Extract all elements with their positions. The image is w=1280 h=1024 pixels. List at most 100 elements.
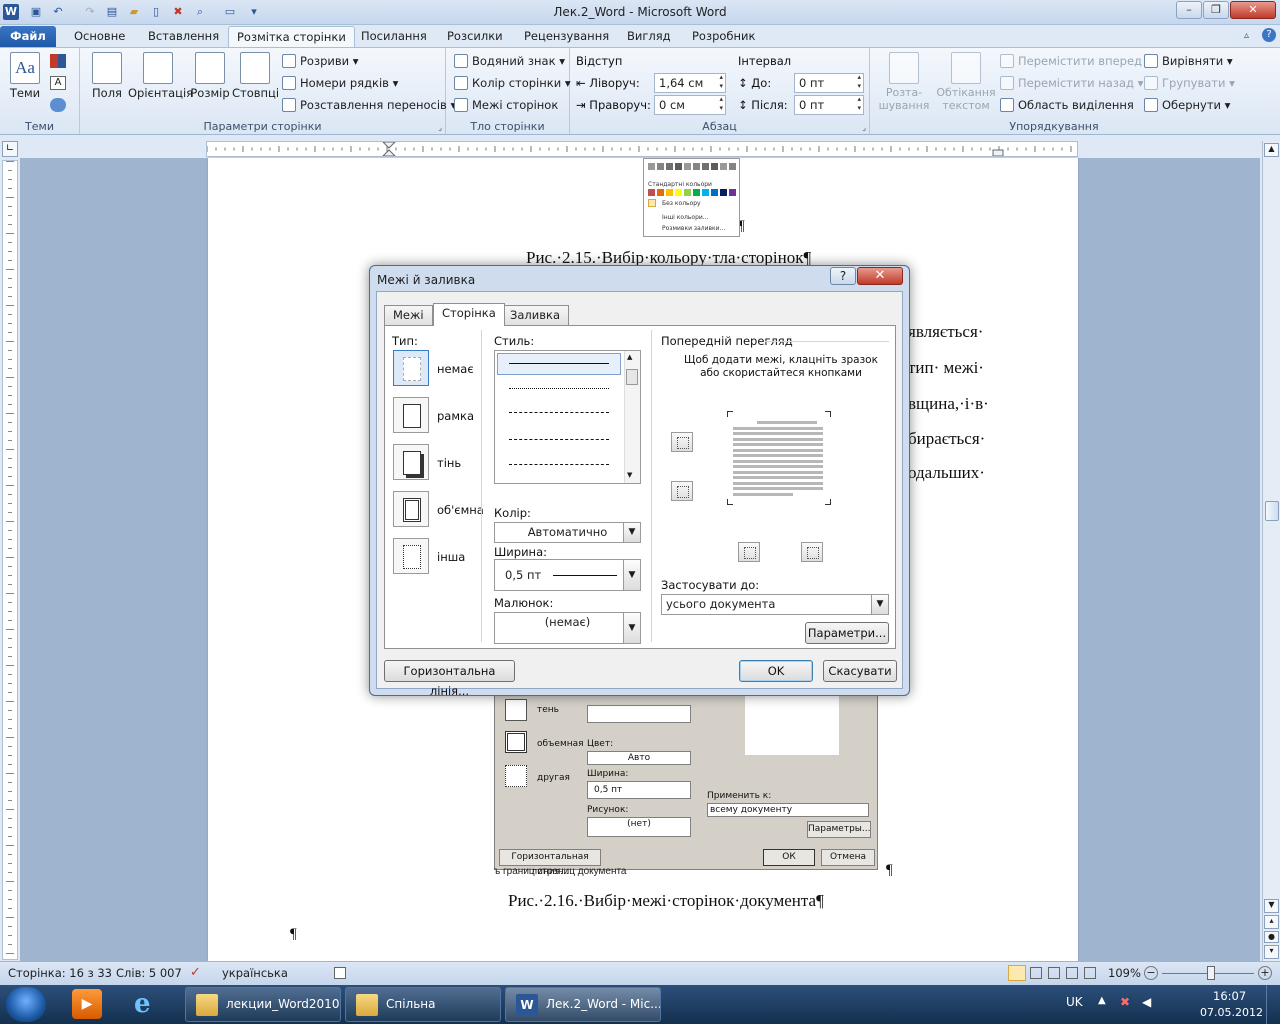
columns-button[interactable]: Стовпці — [232, 52, 279, 100]
restore-button[interactable]: ❐ — [1203, 1, 1229, 19]
web-layout-view-icon[interactable] — [1048, 967, 1060, 979]
clock-date[interactable]: 07.05.2012 — [1200, 1006, 1263, 1019]
input-language[interactable]: UK — [1066, 995, 1083, 1009]
vertical-ruler[interactable] — [2, 160, 18, 960]
margins-button[interactable]: Поля — [88, 52, 126, 100]
word-count[interactable]: Слів: 5 007 — [116, 962, 182, 984]
bring-forward-button[interactable]: Перемістити вперед ▾ — [1000, 51, 1151, 71]
prev-page-icon[interactable]: ▴ — [1264, 915, 1279, 929]
style-option-solid[interactable] — [509, 363, 609, 364]
zoom-level[interactable]: 109% — [1108, 962, 1141, 984]
preview-page[interactable] — [727, 411, 831, 505]
macro-icon[interactable] — [334, 967, 346, 979]
next-page-icon[interactable]: ▾ — [1264, 945, 1279, 959]
minimize-button[interactable]: – — [1176, 1, 1202, 19]
right-border-button[interactable] — [801, 542, 823, 562]
horizontal-line-button[interactable]: Горизонтальна лінія... — [384, 660, 515, 698]
indent-right-input[interactable]: 0 см — [654, 95, 726, 115]
horizontal-ruler[interactable] — [206, 141, 1078, 157]
group-button[interactable]: Групувати ▾ — [1144, 73, 1235, 93]
style-scroll-thumb[interactable] — [626, 369, 638, 385]
clock-time[interactable]: 16:07 — [1213, 989, 1246, 1003]
style-option-dotted[interactable] — [509, 388, 609, 389]
tab-view[interactable]: Вигляд — [619, 26, 679, 47]
ribbon-collapse-icon[interactable]: ▵ — [1244, 30, 1249, 41]
tab-file[interactable]: Файл — [0, 26, 56, 47]
dialog-help-button[interactable]: ? — [830, 267, 856, 285]
taskbar-item-lektsii[interactable]: лекции_Word2010 — [185, 987, 341, 1022]
selection-pane-button[interactable]: Область виділення — [1000, 95, 1134, 115]
type-custom-button[interactable] — [393, 538, 429, 574]
tab-mailings[interactable]: Розсилки — [439, 26, 511, 47]
browse-object-icon[interactable]: ● — [1264, 931, 1279, 943]
options-button[interactable]: Параметри... — [805, 622, 889, 644]
taskbar-item-word[interactable]: W Лек.2_Word - Mic... — [505, 987, 661, 1022]
tab-selector[interactable]: ∟ — [2, 141, 18, 157]
media-player-icon[interactable]: ▶ — [72, 989, 102, 1019]
style-scroll-down-icon[interactable]: ▼ — [627, 471, 632, 479]
tab-home[interactable]: Основне — [66, 26, 133, 47]
type-shadow-button[interactable] — [393, 444, 429, 480]
tab-borders[interactable]: Межі — [384, 305, 433, 325]
vertical-scrollbar[interactable]: ▲ ▼ ▴ ● ▾ — [1262, 141, 1280, 961]
art-select[interactable]: (немає) ▼ — [494, 612, 641, 644]
scroll-thumb[interactable] — [1265, 501, 1279, 521]
scroll-up-icon[interactable]: ▲ — [1264, 143, 1279, 157]
full-screen-view-icon[interactable] — [1030, 967, 1042, 979]
theme-colors-icon[interactable] — [50, 54, 66, 68]
orientation-button[interactable]: Орієнтація — [128, 52, 193, 100]
style-option-long-dash[interactable] — [509, 439, 609, 440]
chevron-down-icon[interactable]: ▼ — [623, 523, 640, 542]
page-borders-button[interactable]: Межі сторінок — [454, 95, 558, 115]
close-window-button[interactable]: ✕ — [1230, 1, 1276, 19]
position-button[interactable]: Розта- шування — [874, 52, 934, 112]
width-select[interactable]: 0,5 пт ▼ — [494, 559, 641, 591]
type-box-button[interactable] — [393, 397, 429, 433]
chevron-down-icon[interactable]: ▼ — [623, 613, 640, 643]
themes-button[interactable]: Aa Теми — [8, 52, 42, 100]
start-button[interactable] — [6, 987, 46, 1022]
zoom-slider-thumb[interactable] — [1207, 966, 1215, 980]
size-button[interactable]: Розмір — [190, 52, 230, 100]
chevron-down-icon[interactable]: ▼ — [871, 595, 888, 614]
style-option-dashed[interactable] — [509, 412, 609, 413]
style-option-selected[interactable] — [497, 353, 621, 375]
spacing-before-input[interactable]: 0 пт — [794, 73, 864, 93]
dialog-close-button[interactable]: ✕ — [857, 267, 903, 285]
spacing-after-input[interactable]: 0 пт — [794, 95, 864, 115]
send-backward-button[interactable]: Перемістити назад ▾ — [1000, 73, 1143, 93]
breaks-button[interactable]: Розриви ▾ — [282, 51, 359, 71]
theme-effects-icon[interactable] — [50, 98, 66, 112]
rotate-button[interactable]: Обернути ▾ — [1144, 95, 1230, 115]
type-none-button[interactable] — [393, 350, 429, 386]
outline-view-icon[interactable] — [1066, 967, 1078, 979]
volume-icon[interactable]: ◀ — [1142, 995, 1151, 1009]
scroll-down-icon[interactable]: ▼ — [1264, 899, 1279, 913]
chevron-down-icon[interactable]: ▼ — [623, 560, 640, 590]
style-list-scrollbar[interactable]: ▲ ▼ — [624, 351, 640, 483]
bottom-border-button[interactable] — [671, 481, 693, 501]
show-desktop-button[interactable] — [1266, 985, 1280, 1024]
tab-page-layout[interactable]: Розмітка сторінки — [228, 26, 355, 47]
tray-expand-icon[interactable]: ▲ — [1098, 995, 1106, 1006]
type-3d-button[interactable] — [393, 491, 429, 527]
indent-left-input[interactable]: 1,64 см — [654, 73, 726, 93]
style-list[interactable]: ▲ ▼ — [494, 350, 641, 484]
network-icon[interactable]: ✖ — [1120, 995, 1130, 1009]
tab-developer[interactable]: Розробник — [684, 26, 763, 47]
style-option-dash-dot[interactable] — [509, 464, 609, 465]
cancel-button[interactable]: Скасувати — [823, 660, 897, 682]
tab-insert[interactable]: Вставлення — [140, 26, 227, 47]
watermark-button[interactable]: Водяний знак ▾ — [454, 51, 565, 71]
page-count[interactable]: Сторінка: 16 з 33 — [8, 962, 112, 984]
tab-shading[interactable]: Заливка — [501, 305, 570, 325]
tab-references[interactable]: Посилання — [353, 26, 435, 47]
proofing-icon[interactable]: ✓ — [190, 962, 201, 984]
apply-to-select[interactable]: усього документа ▼ — [661, 594, 889, 615]
theme-fonts-icon[interactable]: A — [50, 76, 66, 90]
hyphenation-button[interactable]: Розставлення переносів ▾ — [282, 95, 456, 115]
style-scroll-up-icon[interactable]: ▲ — [627, 353, 632, 361]
taskbar-item-spilna[interactable]: Спільна — [345, 987, 501, 1022]
tab-page-border[interactable]: Сторінка — [433, 303, 505, 326]
print-layout-view-icon[interactable] — [1008, 965, 1026, 981]
